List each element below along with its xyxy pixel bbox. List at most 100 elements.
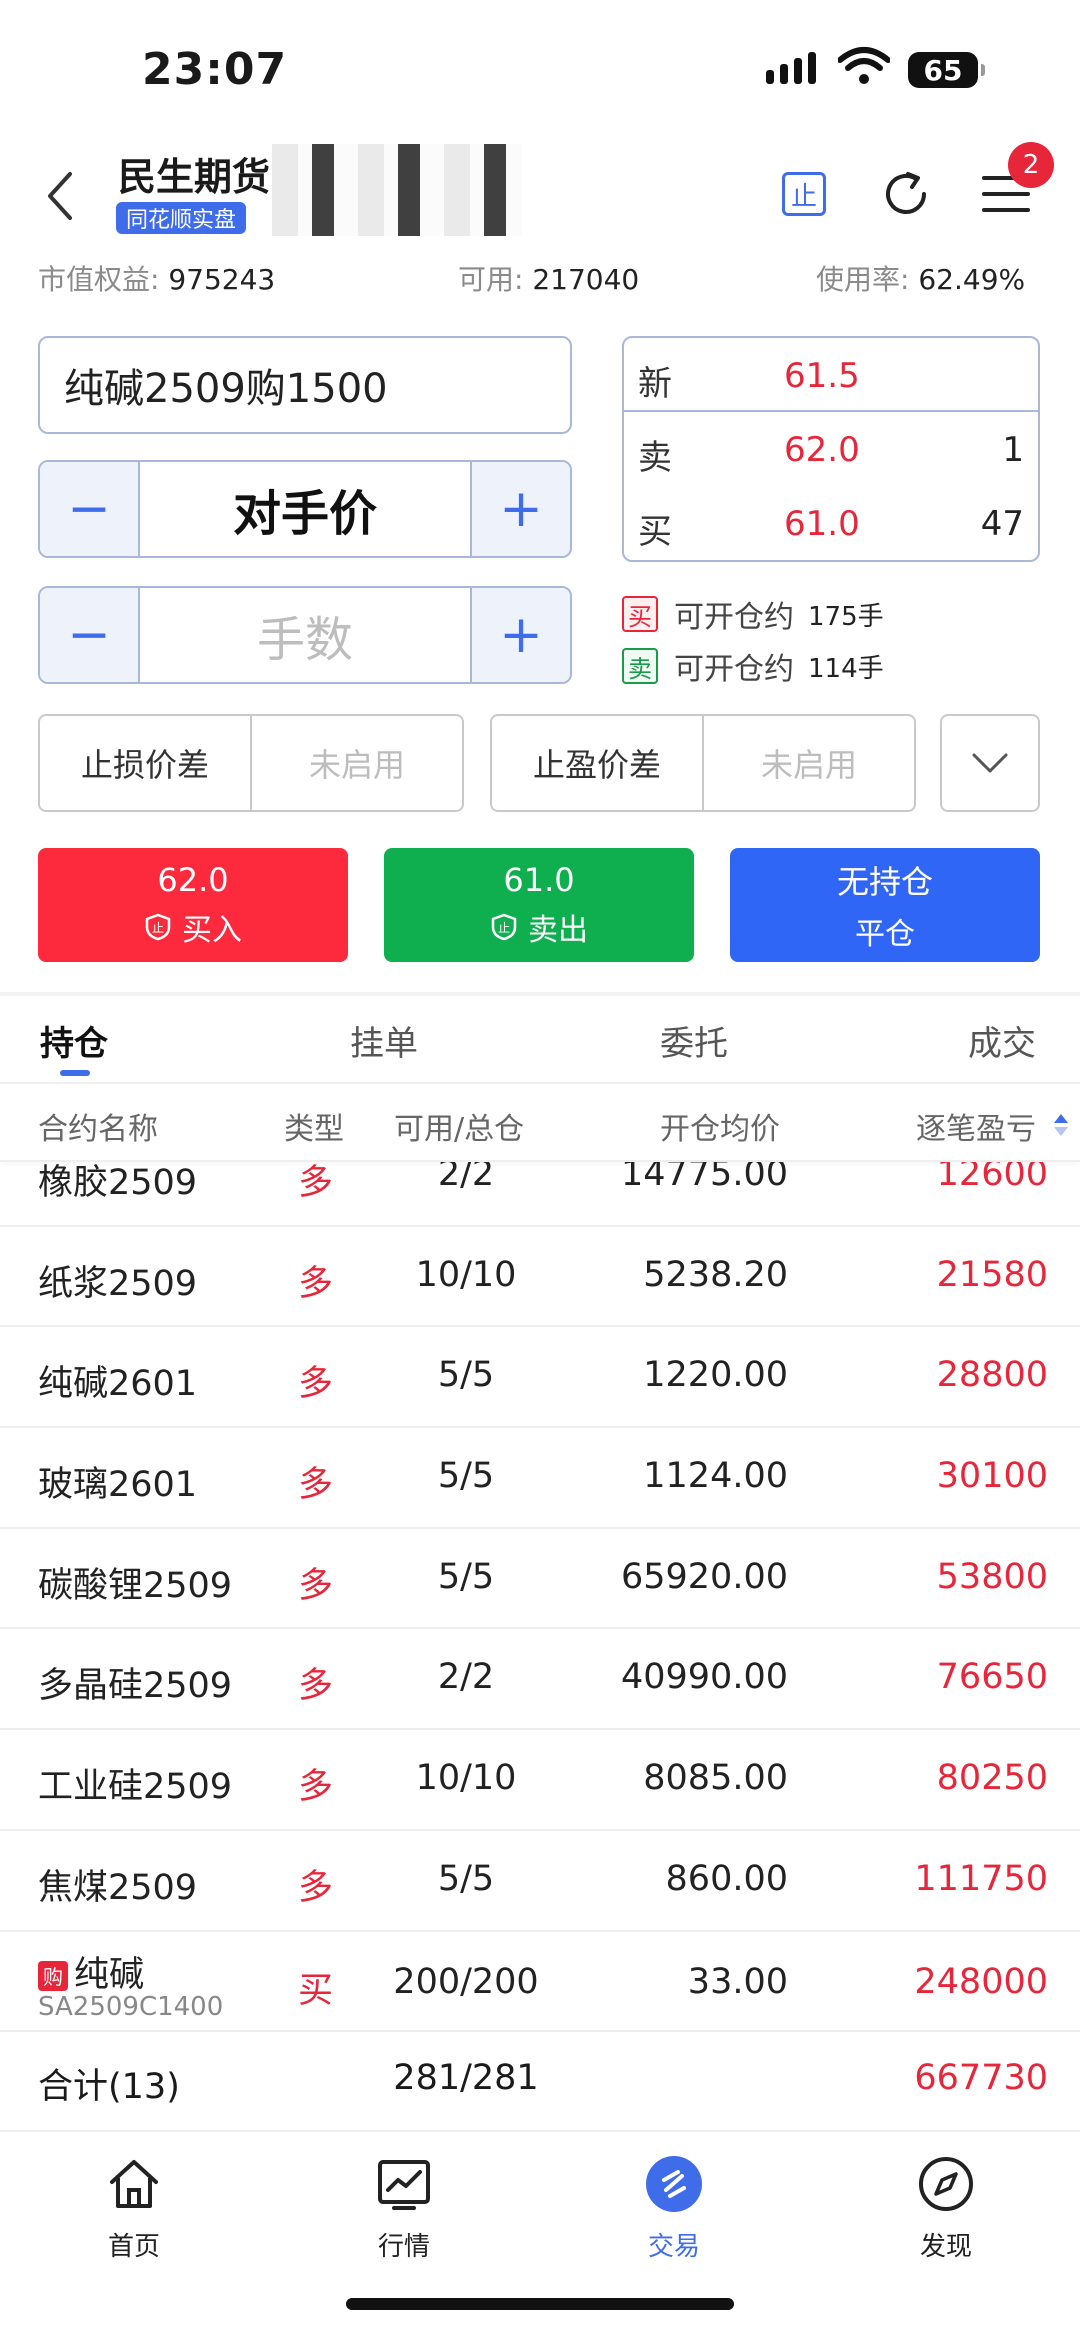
buy-can-open-label: 可开仓约 [674, 600, 794, 635]
price-type-value[interactable]: 对手价 [140, 462, 470, 556]
stop-loss-value[interactable]: 未启用 [252, 716, 462, 810]
stop-loss-field[interactable]: 止损价差 未启用 [38, 714, 464, 812]
header-contract: 合约名称 [38, 1112, 158, 1147]
position-qty: 10/10 [415, 1758, 517, 1799]
table-row[interactable]: 玻璃2601 多 5/5 1124.00 30100 [0, 1428, 1080, 1529]
usage-info: 使用率: 62.49% [816, 258, 1025, 298]
position-pnl: 111750 [914, 1858, 1048, 1899]
quantity-minus-button[interactable]: − [40, 588, 140, 682]
take-profit-label: 止盈价差 [492, 716, 704, 810]
equity-info: 市值权益: 975243 [38, 258, 275, 298]
open-avg-price: 40990.00 [620, 1657, 788, 1698]
take-profit-field[interactable]: 止盈价差 未启用 [490, 714, 916, 812]
nav-market-label: 行情 [377, 2232, 430, 2262]
back-arrow-icon[interactable] [40, 168, 80, 224]
sell-can-open: 卖 可开仓约 114手 [622, 644, 884, 688]
buy-button[interactable]: 62.0 止 买入 [38, 848, 348, 962]
contract-name: 纯碱2601 [38, 1364, 198, 1405]
position-qty: 200/200 [393, 1961, 539, 2002]
nav-discover[interactable]: 发现 [876, 2154, 1016, 2263]
position-pnl: 21580 [936, 1254, 1048, 1295]
last-label: 新 [638, 364, 672, 404]
table-row[interactable]: 焦煤2509 多 5/5 860.00 111750 [0, 1831, 1080, 1932]
quote-panel: 新 61.5 卖 62.0 1 买 61.0 47 [622, 336, 1040, 562]
wifi-icon [838, 47, 890, 84]
buy-button-price: 62.0 [157, 861, 229, 899]
position-pnl: 248000 [914, 1961, 1048, 2002]
status-time: 23:07 [142, 44, 288, 95]
quantity-input[interactable]: 手数 [140, 588, 470, 682]
buy-tag: 买 [622, 596, 658, 632]
close-button-bottom: 平仓 [855, 917, 915, 952]
position-pnl: 76650 [936, 1657, 1048, 1698]
position-qty: 10/10 [415, 1254, 517, 1295]
svg-text:止: 止 [498, 921, 510, 935]
svg-text:止: 止 [152, 921, 164, 935]
open-avg-price: 860.00 [665, 1858, 788, 1899]
table-row[interactable]: 工业硅2509 多 10/10 8085.00 80250 [0, 1730, 1080, 1831]
status-bar: 23:07 65 [0, 0, 1080, 130]
broker-name: 民生期货 [118, 155, 271, 199]
ask-label: 卖 [638, 438, 672, 478]
tab-positions[interactable]: 持仓 [40, 1016, 108, 1065]
position-pnl: 53800 [936, 1556, 1048, 1597]
close-position-button[interactable]: 无持仓 平仓 [730, 848, 1040, 962]
buy-button-label: 买入 [182, 913, 242, 948]
table-row[interactable]: 多晶硅2509 多 2/2 40990.00 76650 [0, 1629, 1080, 1731]
battery-icon: 65 [908, 52, 985, 88]
refresh-icon[interactable] [878, 166, 934, 222]
cellular-signal-icon [766, 52, 816, 84]
position-type: 多 [298, 1364, 334, 1405]
stop-order-icon[interactable]: 止 [782, 172, 826, 216]
table-row[interactable]: 纯碱2601 多 5/5 1220.00 28800 [0, 1327, 1080, 1429]
position-type: 多 [298, 1867, 334, 1908]
tab-divider [0, 1082, 1080, 1084]
expand-dropdown-button[interactable] [940, 714, 1040, 812]
position-type: 多 [298, 1767, 334, 1808]
trade-icon [646, 2156, 702, 2212]
tab-orders[interactable]: 委托 [660, 1016, 728, 1065]
bid-row[interactable]: 买 61.0 47 [624, 486, 1038, 560]
available-label: 可用: [458, 263, 524, 296]
quantity-plus-button[interactable]: + [470, 588, 570, 682]
header-pnl[interactable]: 逐笔盈亏 [916, 1104, 1036, 1148]
nav-trade[interactable]: 交易 [604, 2154, 744, 2263]
open-avg-price: 65920.00 [620, 1556, 788, 1597]
total-label: 合计(13) [38, 2067, 180, 2107]
table-row[interactable]: 纸浆2509 多 10/10 5238.20 21580 [0, 1227, 1080, 1328]
sell-button[interactable]: 61.0 止 卖出 [384, 848, 694, 962]
option-table-row[interactable]: 购纯碱 SA2509C1400 买 200/200 33.00 248000 [0, 1932, 1080, 2033]
tab-trades[interactable]: 成交 [968, 1016, 1036, 1065]
positions-list: 橡胶2509 多 2/2 14775.00 12600 纸浆2509 多 10/… [0, 1126, 1080, 2033]
price-plus-button[interactable]: + [470, 462, 570, 556]
usage-value: 62.49% [918, 263, 1026, 296]
nav-market[interactable]: 行情 [334, 2154, 474, 2263]
ask-row[interactable]: 卖 62.0 1 [624, 412, 1038, 486]
table-row[interactable]: 碳酸锂2509 多 5/5 65920.00 53800 [0, 1529, 1080, 1630]
last-price-row[interactable]: 新 61.5 [624, 338, 1038, 412]
stop-loss-label: 止损价差 [40, 716, 252, 810]
total-pnl: 667730 [914, 2058, 1048, 2098]
sort-icon[interactable] [1052, 1110, 1070, 1140]
tab-pending[interactable]: 挂单 [350, 1016, 418, 1065]
nav-trade-label: 交易 [647, 2232, 700, 2262]
ask-volume: 1 [1002, 430, 1024, 470]
last-price: 61.5 [784, 356, 860, 396]
open-avg-price: 5238.20 [643, 1254, 788, 1295]
compass-icon [919, 2157, 973, 2211]
contract-input[interactable]: 纯碱2509购1500 [38, 336, 572, 434]
price-minus-button[interactable]: − [40, 462, 140, 556]
header-type: 类型 [284, 1112, 344, 1147]
shield-icon: 止 [145, 913, 171, 941]
contract-name: 多晶硅2509 [38, 1666, 233, 1707]
bid-price: 61.0 [784, 504, 860, 544]
contract-name: 碳酸锂2509 [38, 1565, 233, 1606]
position-qty: 5/5 [437, 1556, 495, 1597]
nav-home[interactable]: 首页 [64, 2154, 204, 2263]
take-profit-value[interactable]: 未启用 [704, 716, 914, 810]
masked-account-info [272, 144, 522, 236]
contract-code: SA2509C1400 [38, 1991, 224, 2022]
available-info: 可用: 217040 [458, 258, 639, 298]
bid-label: 买 [638, 512, 672, 552]
buy-can-open-qty: 175手 [808, 601, 884, 632]
